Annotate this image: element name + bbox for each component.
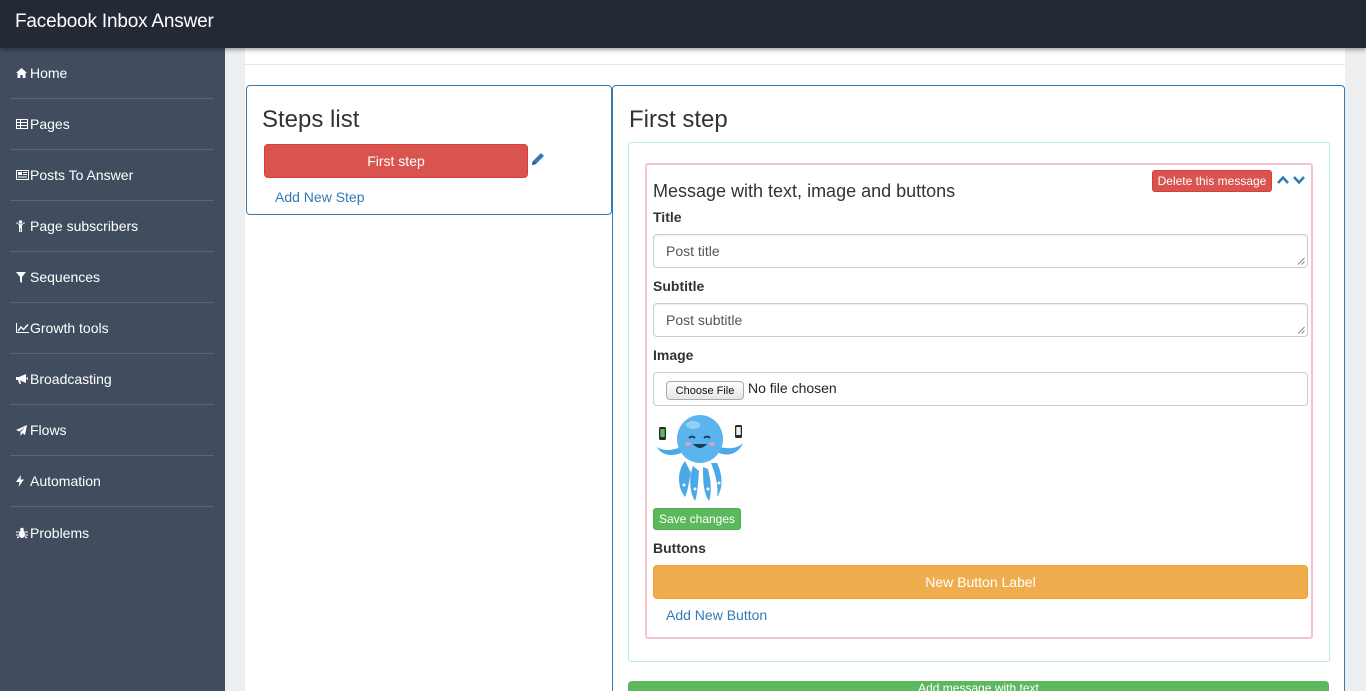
message-title: Message with text, image and buttons [653, 181, 956, 201]
steps-list-panel: Steps list First step Add New Step [246, 85, 612, 215]
message-card: Message with text, image and buttons Del… [645, 163, 1313, 639]
step-button[interactable]: First step [264, 144, 528, 178]
page-header-strip [245, 48, 1345, 65]
sidebar-item-home[interactable]: Home [10, 48, 214, 99]
chevron-up-icon[interactable] [1276, 173, 1290, 185]
subtitle-input[interactable]: Post subtitle [653, 303, 1308, 337]
sidebar-item-growth-tools[interactable]: Growth tools [10, 303, 214, 354]
app-title[interactable]: Facebook Inbox Answer [15, 11, 214, 33]
sidebar-item-pages[interactable]: Pages [10, 99, 214, 150]
add-message-button[interactable]: Add message with text [628, 681, 1329, 691]
bolt-icon [10, 475, 32, 487]
line-chart-icon [10, 323, 32, 333]
sidebar-item-label: Home [30, 65, 68, 81]
sidebar-item-label: Posts To Answer [30, 167, 134, 183]
sidebar-item-label: Page subscribers [30, 218, 139, 234]
delete-message-button[interactable]: Delete this message [1152, 170, 1272, 192]
filter-icon [10, 271, 32, 283]
add-new-button-link[interactable]: Add New Button [666, 607, 767, 623]
child-icon [10, 220, 32, 232]
sidebar-item-label: Automation [30, 473, 101, 489]
image-file-input[interactable]: Choose File No file chosen [653, 372, 1308, 406]
save-changes-button[interactable]: Save changes [653, 508, 741, 530]
sidebar-item-broadcasting[interactable]: Broadcasting [10, 354, 214, 405]
bullhorn-icon [10, 374, 32, 384]
subtitle-input-value: Post subtitle [666, 312, 743, 328]
resize-handle-icon[interactable] [1297, 326, 1305, 334]
image-label: Image [653, 347, 694, 363]
top-navbar: Facebook Inbox Answer [0, 0, 1366, 48]
table-icon [10, 119, 32, 129]
choose-file-button[interactable]: Choose File [666, 381, 744, 400]
pencil-icon[interactable] [529, 150, 547, 168]
title-input[interactable]: Post title [653, 234, 1308, 268]
sidebar-item-label: Pages [30, 116, 70, 132]
paper-plane-icon [10, 424, 32, 436]
steps-list-title: Steps list [262, 106, 360, 133]
sidebar-item-label: Sequences [30, 269, 101, 285]
newspaper-icon [10, 170, 32, 180]
chevron-down-icon[interactable] [1292, 173, 1306, 185]
title-input-value: Post title [666, 243, 720, 259]
sidebar-item-label: Flows [30, 422, 67, 438]
sidebar: Home Pages Posts To Answer Page subscrib… [0, 48, 225, 691]
sidebar-item-label: Broadcasting [30, 371, 112, 387]
message-button-item[interactable]: New Button Label [653, 565, 1308, 599]
step-title: First step [629, 106, 728, 133]
sidebar-item-problems[interactable]: Problems [10, 507, 214, 558]
bug-icon [10, 527, 32, 539]
sidebar-item-posts-to-answer[interactable]: Posts To Answer [10, 150, 214, 201]
sidebar-item-flows[interactable]: Flows [10, 405, 214, 456]
octopus-mascot-image [657, 415, 743, 501]
buttons-label: Buttons [653, 540, 706, 556]
sidebar-item-sequences[interactable]: Sequences [10, 252, 214, 303]
step-editor-panel: First step Message with text, image and … [612, 85, 1345, 691]
messages-container: Message with text, image and buttons Del… [628, 142, 1330, 662]
home-icon [10, 68, 32, 78]
resize-handle-icon[interactable] [1297, 257, 1305, 265]
sidebar-item-automation[interactable]: Automation [10, 456, 214, 507]
sidebar-item-label: Growth tools [30, 320, 109, 336]
no-file-text: No file chosen [748, 380, 837, 396]
subtitle-label: Subtitle [653, 278, 705, 294]
sidebar-item-page-subscribers[interactable]: Page subscribers [10, 201, 214, 252]
title-label: Title [653, 209, 682, 225]
sidebar-item-label: Problems [30, 524, 90, 541]
add-new-step-link[interactable]: Add New Step [275, 189, 365, 205]
